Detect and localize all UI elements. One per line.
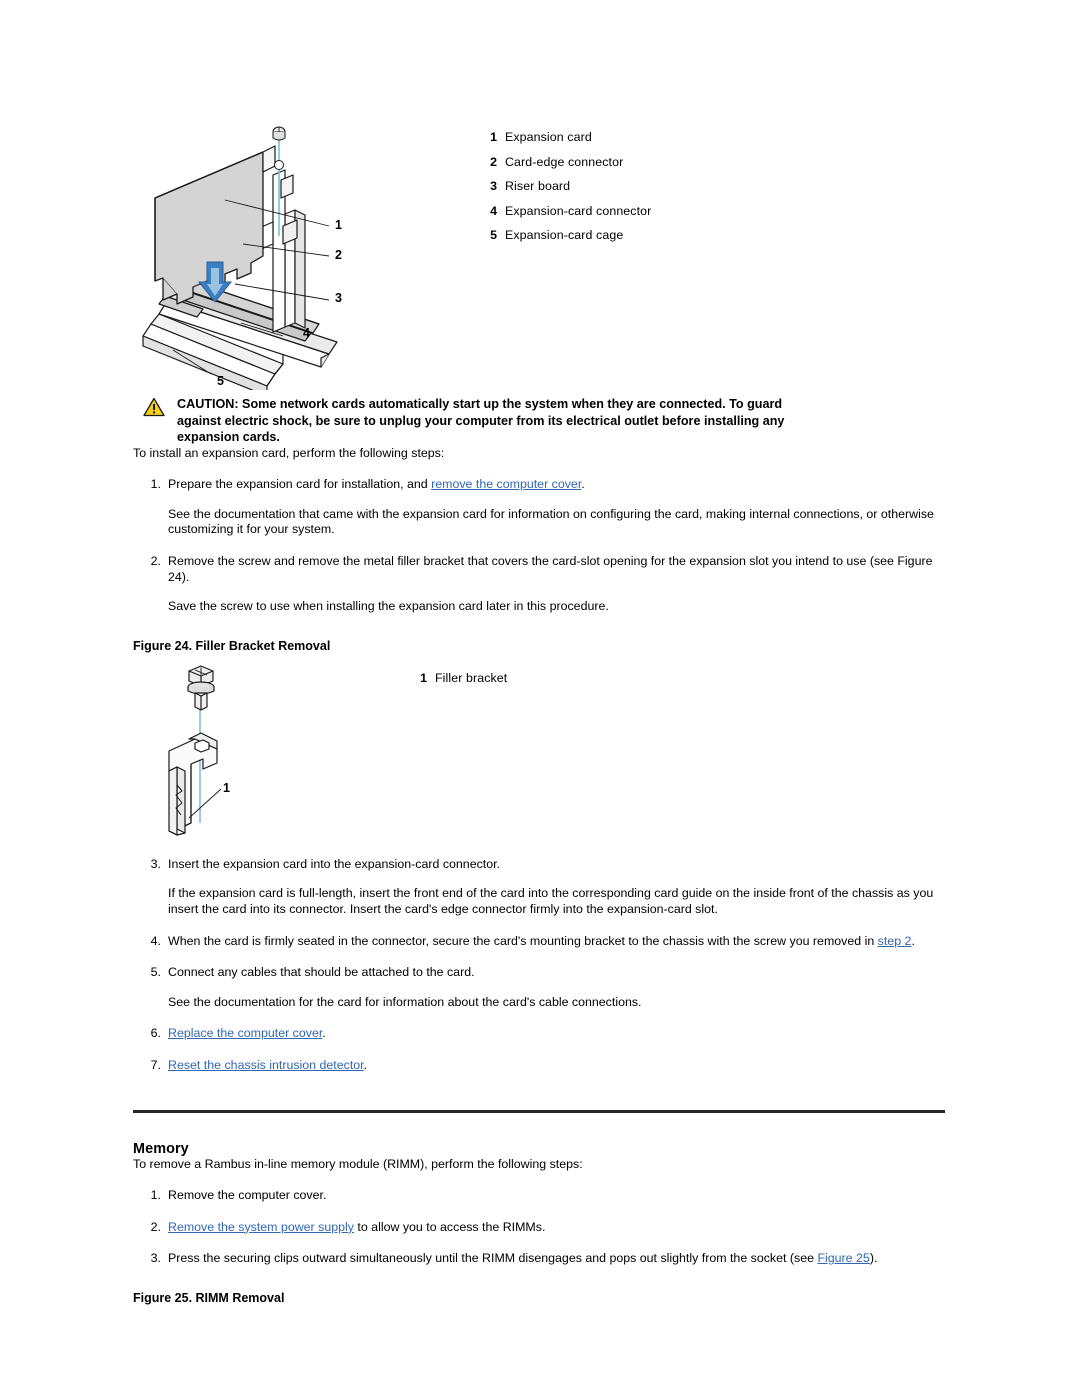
figure-expansion-legend: 1 Expansion card 2 Card-edge connector 3…	[481, 130, 651, 253]
legend-label: Expansion card	[505, 130, 592, 144]
caution-text: CAUTION: Some network cards automaticall…	[177, 397, 785, 445]
legend-item: 2 Card-edge connector	[481, 155, 651, 169]
step-text: Remove the computer cover.	[168, 1188, 327, 1203]
figure-expansion-card-installation: 1 2 3 4 5 1 Expansion card 2 Card-edge c…	[133, 118, 945, 390]
step-subtext: See the documentation that came with the…	[168, 506, 934, 537]
list-item: 3. Press the securing clips outward simu…	[133, 1251, 945, 1267]
step-number: 1.	[150, 1188, 161, 1203]
step-text-before: Press the securing clips outward simulta…	[168, 1251, 818, 1266]
legend-number: 2	[490, 154, 497, 169]
list-item: 7. Reset the chassis intrusion detector.	[133, 1058, 945, 1074]
link-step-2[interactable]: step 2	[878, 934, 912, 948]
list-item: 1. Prepare the expansion card for instal…	[133, 477, 945, 538]
step-number: 2.	[150, 554, 161, 569]
legend-label: Filler bracket	[435, 670, 508, 685]
install-steps-list-part2: 3. Insert the expansion card into the ex…	[133, 857, 945, 1074]
figure-callout-4: 4	[303, 326, 310, 340]
figure-callout-2: 2	[335, 248, 342, 262]
figure-24-caption: Figure 24. Filler Bracket Removal	[133, 638, 331, 653]
legend-item: 1 Expansion card	[481, 130, 651, 144]
legend-label: Card-edge connector	[505, 154, 624, 169]
legend-number: 3	[490, 179, 497, 193]
figure-24-legend: 1 Filler bracket	[411, 671, 507, 696]
step-number: 2.	[150, 1219, 161, 1234]
step-text: Remove the screw and remove the metal fi…	[168, 554, 933, 584]
step-number: 5.	[150, 965, 161, 980]
step-number: 3.	[150, 1251, 161, 1266]
step-text: When the card is firmly seated in the co…	[168, 934, 915, 948]
list-item: 3. Insert the expansion card into the ex…	[133, 857, 945, 918]
legend-number: 1	[490, 130, 497, 144]
link-remove-the-computer-cover[interactable]: remove the computer cover	[431, 477, 581, 491]
list-item: 4. When the card is firmly seated in the…	[133, 934, 945, 950]
link-remove-the-system-power-supply[interactable]: Remove the system power supply	[168, 1220, 354, 1234]
step-subtext: See the documentation for the card for i…	[168, 994, 642, 1009]
legend-item: 4 Expansion-card connector	[481, 204, 651, 218]
legend-label: Expansion-card cage	[505, 228, 624, 242]
link-figure-25[interactable]: Figure 25	[817, 1251, 869, 1265]
legend-number: 1	[420, 670, 427, 685]
legend-label: Expansion-card connector	[505, 203, 652, 218]
legend-item: 1 Filler bracket	[411, 671, 507, 685]
step-number: 3.	[150, 856, 161, 871]
caution-block: CAUTION: Some network cards automaticall…	[133, 396, 945, 446]
step-text: Connect any cables that should be attach…	[168, 965, 475, 980]
install-steps-list-part1: 1. Prepare the expansion card for instal…	[133, 477, 945, 615]
legend-number: 5	[490, 228, 497, 242]
legend-label: Riser board	[505, 179, 571, 193]
step-text: Insert the expansion card into the expan…	[168, 856, 500, 871]
memory-intro: To remove a Rambus in-line memory module…	[133, 1156, 583, 1171]
step-text: Press the securing clips outward simulta…	[168, 1251, 877, 1265]
figure-callout-1: 1	[335, 218, 342, 232]
step-text: Reset the chassis intrusion detector.	[168, 1058, 367, 1072]
figure-filler-bracket-removal: 1 1 Filler bracket	[133, 663, 945, 841]
step-text-before: Prepare the expansion card for installat…	[168, 477, 432, 492]
figure-callout-3: 3	[335, 291, 342, 305]
step-text-after: .	[911, 933, 915, 948]
step-text: Replace the computer cover.	[168, 1026, 326, 1040]
list-item: 2. Remove the screw and remove the metal…	[133, 554, 945, 615]
filler-bracket-illustration	[168, 665, 222, 836]
figure-callout-5: 5	[217, 374, 224, 388]
step-number: 4.	[150, 933, 161, 948]
link-reset-the-chassis-intrusion-detector[interactable]: Reset the chassis intrusion detector	[168, 1058, 364, 1072]
list-item: 1. Remove the computer cover.	[133, 1188, 945, 1204]
step-number: 1.	[150, 477, 161, 492]
figure-25-caption: Figure 25. RIMM Removal	[133, 1290, 285, 1305]
step-text: Remove the system power supply to allow …	[168, 1220, 545, 1234]
step-text: Prepare the expansion card for installat…	[168, 477, 585, 491]
install-intro: To install an expansion card, perform th…	[133, 445, 445, 460]
step-text-after: .	[363, 1058, 368, 1072]
step-subtext: Save the screw to use when installing th…	[168, 599, 609, 614]
legend-item: 5 Expansion-card cage	[481, 228, 651, 242]
step-number: 7.	[150, 1058, 161, 1072]
legend-number: 4	[490, 203, 497, 218]
memory-steps-list: 1. Remove the computer cover. 2. Remove …	[133, 1188, 945, 1267]
section-heading-memory: Memory	[133, 1140, 189, 1157]
step-text-after: to allow you to access the RIMMs.	[353, 1219, 546, 1234]
page-content: 1 2 3 4 5 1 Expansion card 2 Card-edge c…	[133, 118, 945, 1305]
step-number: 6.	[150, 1026, 161, 1041]
warning-triangle-icon	[143, 397, 165, 417]
list-item: 2. Remove the system power supply to all…	[133, 1220, 945, 1236]
section-divider	[133, 1109, 945, 1113]
step-text-after: ).	[869, 1251, 878, 1266]
figure24-callout-1: 1	[223, 780, 230, 795]
list-item: 5. Connect any cables that should be att…	[133, 965, 945, 1010]
document-page: 1 2 3 4 5 1 Expansion card 2 Card-edge c…	[0, 0, 1080, 1397]
legend-item: 3 Riser board	[481, 179, 651, 193]
link-replace-the-computer-cover[interactable]: Replace the computer cover	[168, 1026, 322, 1040]
step-text-before: When the card is firmly seated in the co…	[168, 933, 878, 948]
list-item: 6. Replace the computer cover.	[133, 1026, 945, 1042]
step-subtext: If the expansion card is full-length, in…	[168, 886, 934, 917]
step-text-after: .	[322, 1026, 326, 1041]
step-text-after: .	[581, 477, 585, 492]
